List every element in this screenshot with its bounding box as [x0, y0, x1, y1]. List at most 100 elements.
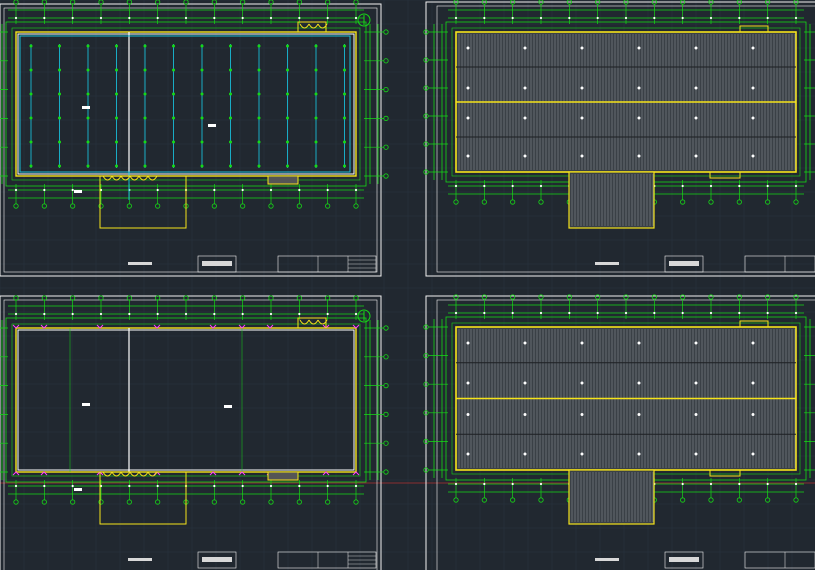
drain-point — [580, 86, 584, 90]
sprinkler-head — [314, 68, 318, 72]
sprinkler-head — [314, 164, 318, 168]
sprinkler-head — [314, 44, 318, 48]
dimension-mark — [213, 484, 216, 488]
sprinkler-head — [286, 116, 289, 120]
dimension-mark — [241, 484, 244, 488]
sprinkler-head — [200, 44, 204, 48]
sprinkler-head — [257, 92, 261, 96]
drain-point — [523, 46, 527, 50]
sprinkler-head — [200, 92, 204, 96]
dimension-mark — [71, 16, 74, 20]
sprinkler-head — [29, 44, 33, 48]
sprinkler-head — [86, 68, 90, 72]
drain-point — [637, 116, 641, 120]
dimension-mark — [184, 16, 188, 20]
annex-roof — [568, 171, 655, 229]
dimension-mark — [454, 16, 458, 20]
scale-label — [128, 262, 152, 265]
dimension-mark — [14, 484, 18, 488]
dimension-mark — [354, 484, 358, 488]
sprinkler-head — [115, 116, 118, 120]
dimension-mark — [269, 16, 273, 20]
sprinkler-head — [58, 164, 61, 168]
sprinkler-head — [257, 44, 261, 48]
drain-point — [466, 116, 470, 120]
sprinkler-head — [286, 164, 289, 168]
drain-point — [751, 86, 755, 90]
sprinkler-head — [58, 140, 61, 144]
dimension-mark — [766, 482, 769, 486]
sprinkler-head — [86, 140, 90, 144]
drain-point — [694, 413, 698, 416]
sprinkler-head — [286, 140, 289, 144]
sprinkler-head — [257, 164, 261, 168]
sprinkler-head — [29, 164, 33, 168]
drain-point — [694, 46, 698, 50]
dimension-mark — [454, 184, 458, 188]
dimension-mark — [269, 188, 273, 192]
sprinkler-head — [200, 68, 204, 72]
sprinkler-head — [172, 140, 175, 144]
sprinkler-head — [172, 68, 175, 72]
dimension-mark — [709, 311, 713, 315]
dimension-mark — [43, 188, 46, 192]
dimension-mark — [483, 184, 486, 188]
dimension-mark — [156, 312, 159, 316]
sprinkler-head — [229, 116, 232, 120]
room-tag — [82, 403, 90, 406]
drain-point — [580, 341, 584, 345]
dimension-mark — [128, 16, 131, 20]
dimension-mark — [596, 311, 599, 315]
dimension-mark — [681, 16, 684, 20]
dimension-mark — [241, 16, 244, 20]
dimension-mark — [326, 312, 329, 316]
drain-point — [466, 46, 470, 50]
dimension-mark — [241, 312, 244, 316]
dimension-mark — [681, 482, 684, 486]
sprinkler-head — [343, 68, 346, 72]
dimension-mark — [483, 311, 486, 315]
dimension-mark — [539, 311, 543, 315]
sprinkler-head — [229, 92, 232, 96]
loading-dock — [267, 175, 299, 185]
dimension-mark — [298, 484, 301, 488]
dimension-mark — [681, 311, 684, 315]
sprinkler-head — [200, 164, 204, 168]
drain-point — [694, 341, 698, 345]
dimension-mark — [483, 482, 486, 486]
sprinkler-head — [343, 44, 346, 48]
room-tag — [82, 106, 90, 109]
dimension-mark — [624, 311, 628, 315]
dimension-mark — [568, 311, 571, 315]
cad-drawing-canvas[interactable] — [0, 0, 815, 570]
dimension-mark — [43, 16, 46, 20]
sprinkler-head — [314, 140, 318, 144]
dimension-mark — [454, 482, 458, 486]
dimension-mark — [766, 311, 769, 315]
sprinkler-head — [286, 44, 289, 48]
dimension-mark — [709, 184, 713, 188]
dimension-mark — [326, 16, 329, 20]
dimension-mark — [99, 312, 103, 316]
drain-point — [637, 413, 641, 416]
sprinkler-head — [343, 164, 346, 168]
dimension-mark — [43, 312, 46, 316]
sprinkler-head — [200, 116, 204, 120]
sprinkler-head — [115, 68, 118, 72]
dimension-mark — [326, 188, 329, 192]
dimension-mark — [709, 482, 713, 486]
dimension-mark — [128, 484, 131, 488]
drain-point — [694, 86, 698, 90]
room-tag — [74, 190, 82, 193]
dimension-mark — [738, 16, 741, 20]
sprinkler-head — [58, 92, 61, 96]
dimension-mark — [156, 188, 159, 192]
sprinkler-head — [172, 92, 175, 96]
drain-point — [637, 341, 641, 345]
drain-point — [751, 413, 755, 416]
annex-roof — [568, 469, 655, 525]
dimension-mark — [326, 484, 329, 488]
drain-point — [694, 452, 698, 456]
sprinkler-head — [257, 140, 261, 144]
dimension-mark — [624, 16, 628, 20]
